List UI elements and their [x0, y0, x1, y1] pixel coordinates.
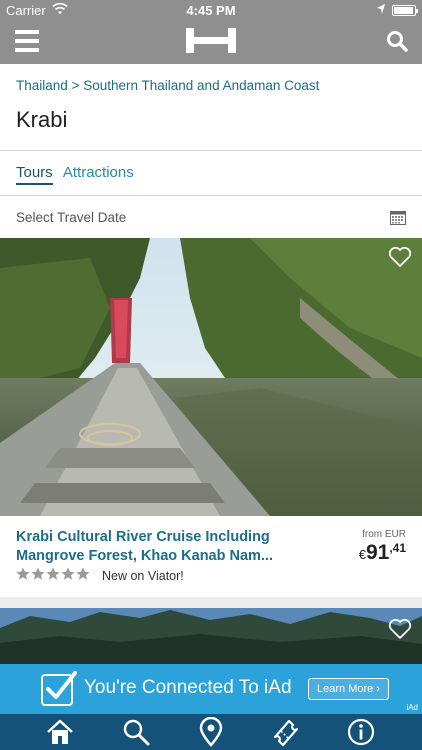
- price-fraction: ,41: [389, 541, 406, 555]
- price-from-label: from EUR: [362, 529, 406, 540]
- ad-banner[interactable]: You're Connected To iAd Learn More › iAd: [0, 664, 422, 714]
- location-arrow-icon: [377, 4, 385, 14]
- breadcrumb-separator: >: [71, 78, 80, 93]
- currency-symbol: €: [358, 547, 366, 562]
- tab-attractions[interactable]: Attractions: [63, 164, 134, 183]
- breadcrumb: Thailand > Southern Thailand and Andaman…: [16, 78, 319, 93]
- ad-tag: iAd: [406, 703, 418, 712]
- price-whole: 91: [365, 541, 390, 564]
- cliffs-photo: [0, 608, 422, 664]
- boat-river-photo: [0, 238, 422, 516]
- heart-outline-icon[interactable]: [388, 618, 412, 640]
- tour-title-line-1: Krabi Cultural River Cruise Including: [16, 529, 270, 545]
- page-title: Krabi: [16, 107, 68, 132]
- divider: [0, 150, 422, 151]
- star-icon: [31, 567, 45, 580]
- tour-photo[interactable]: [0, 608, 422, 664]
- home-icon[interactable]: [45, 717, 75, 747]
- card-separator: [0, 597, 422, 608]
- calendar-icon: [390, 211, 406, 225]
- status-bar: Carrier 4:45 PM: [0, 0, 422, 20]
- learn-more-button[interactable]: Learn More ›: [308, 678, 389, 700]
- star-icon: [16, 567, 30, 580]
- search-icon[interactable]: [386, 30, 408, 52]
- travel-date-picker[interactable]: Select Travel Date: [0, 196, 422, 238]
- tour-title-line-2: Mangrove Forest, Khao Kanab Nam...: [16, 548, 274, 564]
- bottom-tab-bar: [0, 714, 422, 750]
- review-text: New on Viator!: [102, 569, 184, 583]
- star-icon: [76, 567, 90, 580]
- breadcrumb-item-thailand[interactable]: Thailand: [16, 78, 68, 93]
- tour-photo[interactable]: [0, 238, 422, 516]
- rating-stars: [16, 567, 91, 586]
- battery-icon: [392, 5, 418, 16]
- nav-bar: [0, 20, 422, 64]
- tab-strip: Tours Attractions: [16, 164, 140, 185]
- ticket-icon[interactable]: [271, 717, 301, 747]
- travel-date-label: Select Travel Date: [16, 210, 127, 225]
- star-icon: [61, 567, 75, 580]
- hotels-logo-icon[interactable]: [186, 28, 236, 53]
- ad-text: You're Connected To iAd: [84, 677, 292, 698]
- price: €91,41: [359, 541, 406, 565]
- search-icon[interactable]: [121, 717, 151, 747]
- info-icon[interactable]: [346, 717, 376, 747]
- menu-icon[interactable]: [15, 30, 39, 52]
- map-pin-icon[interactable]: [196, 717, 226, 747]
- tour-title[interactable]: Krabi Cultural River Cruise Including Ma…: [16, 528, 316, 566]
- clock: 4:45 PM: [186, 3, 236, 18]
- star-icon: [46, 567, 60, 580]
- heart-outline-icon[interactable]: [388, 246, 412, 268]
- tab-tours[interactable]: Tours: [16, 164, 53, 185]
- breadcrumb-item-region[interactable]: Southern Thailand and Andaman Coast: [83, 78, 319, 93]
- checkmark-icon: [41, 671, 77, 706]
